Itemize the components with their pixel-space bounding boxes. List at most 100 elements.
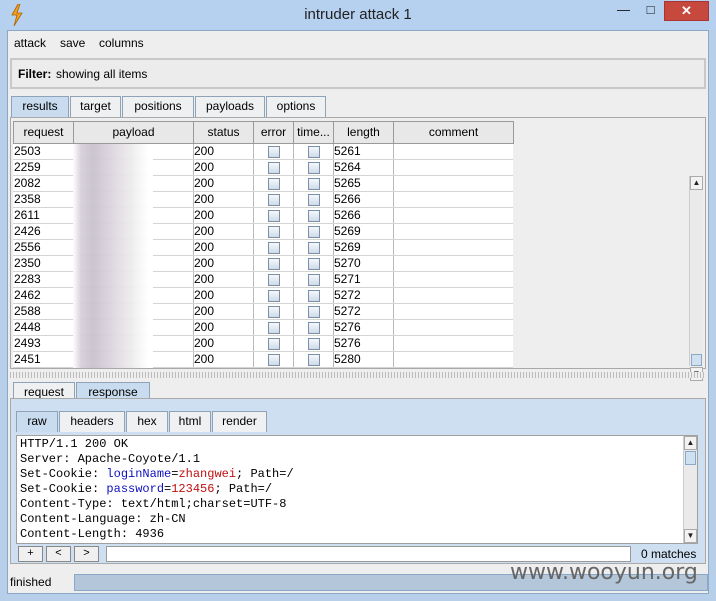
col-timeout[interactable]: time... [293,121,334,144]
cell-comment [393,144,513,160]
cell-length: 5280 [333,352,394,368]
col-request[interactable]: request [13,121,74,144]
error-checkbox[interactable] [268,258,280,270]
error-checkbox[interactable] [268,178,280,190]
cell-error [253,272,294,288]
col-comment[interactable]: comment [393,121,514,144]
error-checkbox[interactable] [268,242,280,254]
cell-request: 2503 [13,144,74,160]
timeout-checkbox[interactable] [308,242,320,254]
response-text[interactable]: HTTP/1.1 200 OK Server: Apache-Coyote/1.… [16,435,698,544]
cell-error [253,208,294,224]
maximize-button[interactable]: □ [637,1,664,21]
status-text: finished [10,575,52,589]
cell-status: 200 [193,304,254,320]
scroll-up-icon[interactable]: ▲ [690,176,703,190]
timeout-checkbox[interactable] [308,354,320,366]
timeout-checkbox[interactable] [308,178,320,190]
filter-bar[interactable]: Filter: showing all items [10,58,706,89]
timeout-checkbox[interactable] [308,274,320,286]
error-checkbox[interactable] [268,162,280,174]
cell-timeout [293,288,334,304]
error-checkbox[interactable] [268,194,280,206]
response-line: HTTP/1.1 200 OK [20,437,129,451]
window-frame: attack save columns Filter: showing all … [7,30,709,594]
tab-headers[interactable]: headers [59,411,125,432]
cell-status: 200 [193,176,254,192]
cell-request: 2082 [13,176,74,192]
cell-length: 5269 [333,224,394,240]
tab-html[interactable]: html [169,411,211,432]
cell-error [253,336,294,352]
timeout-checkbox[interactable] [308,210,320,222]
tab-hex[interactable]: hex [126,411,168,432]
minimize-button[interactable]: — [610,1,637,21]
response-scrollbar[interactable]: ▲ ▼ [683,436,697,543]
menu-bar: attack save columns [8,31,708,55]
error-checkbox[interactable] [268,146,280,158]
col-payload[interactable]: payload [73,121,194,144]
tab-options[interactable]: options [266,96,326,117]
error-checkbox[interactable] [268,210,280,222]
cell-length: 5266 [333,192,394,208]
scroll-thumb[interactable] [691,354,702,366]
timeout-checkbox[interactable] [308,258,320,270]
cell-timeout [293,256,334,272]
close-button[interactable]: ✕ [664,1,709,21]
cell-timeout [293,144,334,160]
tab-positions[interactable]: positions [122,96,194,117]
cell-status: 200 [193,288,254,304]
error-checkbox[interactable] [268,322,280,334]
timeout-checkbox[interactable] [308,146,320,158]
tab-target[interactable]: target [70,96,121,117]
tab-render[interactable]: render [212,411,267,432]
response-line: Set-Cookie: password=123456; Path=/ [20,482,272,497]
scroll-down-icon[interactable]: ▼ [684,529,697,543]
menu-columns[interactable]: columns [99,36,144,50]
error-checkbox[interactable] [268,354,280,366]
cell-length: 5264 [333,160,394,176]
timeout-checkbox[interactable] [308,306,320,318]
tab-results[interactable]: results [11,96,69,117]
cell-request: 2259 [13,160,74,176]
cell-error [253,352,294,368]
split-pane-divider[interactable] [10,372,706,378]
cookie-value: 123456 [171,482,215,496]
search-next-button[interactable]: > [74,546,99,562]
timeout-checkbox[interactable] [308,194,320,206]
cell-error [253,240,294,256]
title-bar: intruder attack 1 — □ ✕ [0,0,716,30]
col-error[interactable]: error [253,121,294,144]
cell-status: 200 [193,144,254,160]
timeout-checkbox[interactable] [308,322,320,334]
timeout-checkbox[interactable] [308,162,320,174]
col-status[interactable]: status [193,121,254,144]
cell-length: 5265 [333,176,394,192]
menu-save[interactable]: save [60,36,85,50]
timeout-checkbox[interactable] [308,338,320,350]
search-prev-button[interactable]: < [46,546,71,562]
obscured-payload [73,144,153,368]
scroll-thumb[interactable] [685,451,696,465]
tab-raw[interactable]: raw [16,411,58,432]
search-options-button[interactable]: + [18,546,43,562]
timeout-checkbox[interactable] [308,290,320,302]
cell-timeout [293,160,334,176]
error-checkbox[interactable] [268,338,280,350]
cell-timeout [293,336,334,352]
cell-length: 5271 [333,272,394,288]
cell-error [253,192,294,208]
timeout-checkbox[interactable] [308,226,320,238]
error-checkbox[interactable] [268,290,280,302]
scroll-up-icon[interactable]: ▲ [684,436,697,450]
cell-length: 5269 [333,240,394,256]
watermark: www.wooyun.org [510,560,698,585]
menu-attack[interactable]: attack [14,36,46,50]
error-checkbox[interactable] [268,274,280,286]
error-checkbox[interactable] [268,306,280,318]
header-key: Set-Cookie: [20,467,107,481]
error-checkbox[interactable] [268,226,280,238]
col-length[interactable]: length [333,121,394,144]
tab-payloads[interactable]: payloads [195,96,265,117]
results-scrollbar[interactable]: ▲ ▼ [689,176,703,381]
